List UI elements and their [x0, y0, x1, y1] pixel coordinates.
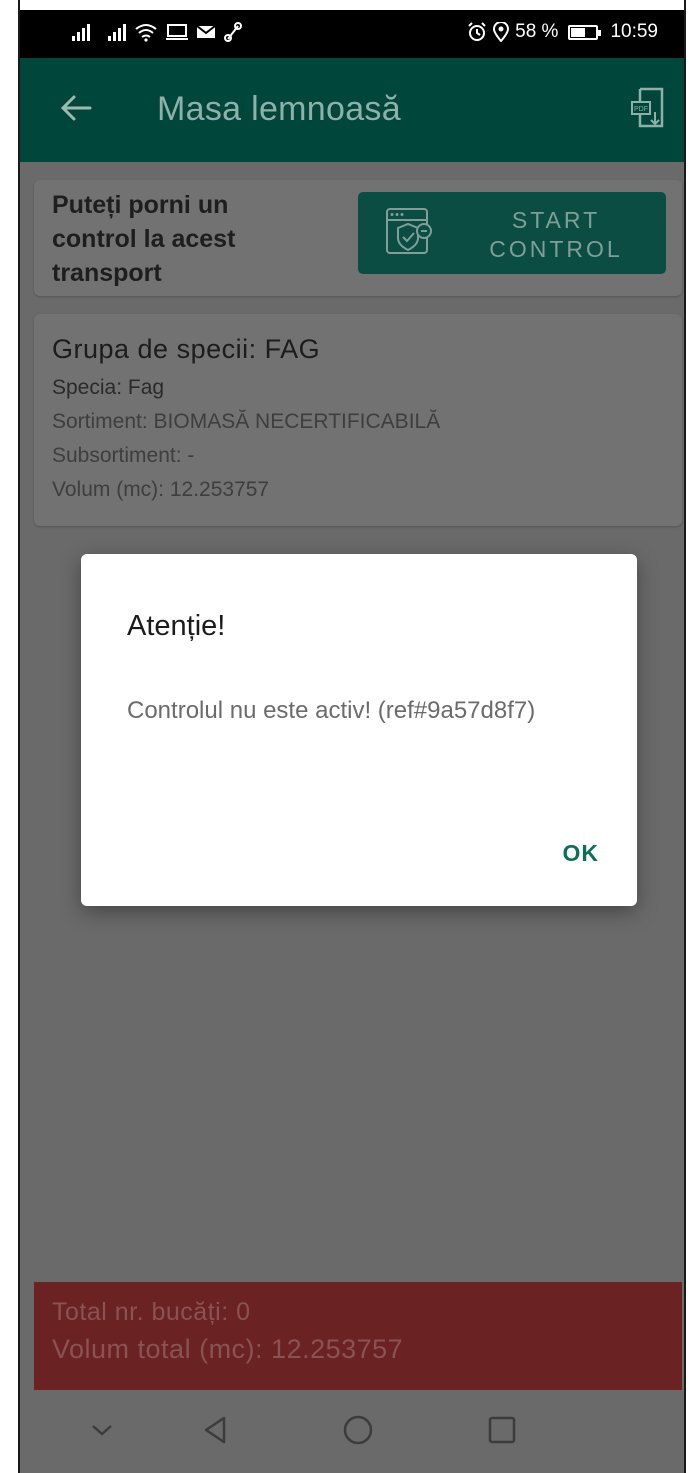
back-arrow-icon[interactable] [56, 88, 96, 128]
species-name: Specia: Fag [52, 376, 165, 399]
shield-check-icon [386, 208, 432, 254]
home-circle-icon[interactable] [338, 1410, 378, 1450]
page-title: Masa lemnoasă [157, 90, 401, 128]
app-bar: Masa lemnoasă PDF [20, 58, 684, 162]
svg-text:PDF: PDF [634, 106, 648, 113]
battery-percent: 58 % [515, 21, 559, 42]
battery-fill [571, 27, 586, 37]
species-group: Grupa de specii: FAG [52, 334, 321, 364]
status-bar: 58 % 10:59 [20, 10, 684, 58]
screen-icon [166, 24, 188, 40]
total-pieces: Total nr. bucăți: 0 [52, 1298, 251, 1326]
status-right-icons: 58 % 10:59 [467, 22, 658, 42]
location-icon [493, 22, 510, 42]
totals-bar: Total nr. bucăți: 0 Volum total (mc): 12… [34, 1282, 682, 1390]
battery-icon [568, 24, 602, 40]
mail-icon [196, 25, 216, 38]
dialog-title: Atenție! [127, 610, 226, 642]
alarm-icon [468, 22, 486, 41]
start-control-button[interactable]: START CONTROL [358, 192, 666, 274]
species-volume: Volum (mc): 12.253757 [52, 478, 270, 501]
back-triangle-icon[interactable] [196, 1410, 236, 1450]
dialog-message: Controlul nu este activ! (ref#9a57d8f7) [127, 697, 536, 724]
species-subassortment: Subsortiment: - [52, 444, 195, 467]
dialog-ok-button[interactable]: OK [563, 840, 600, 867]
frame-border-right [684, 0, 686, 1473]
control-card: Puteți porni un control la acest transpo… [34, 180, 682, 296]
control-message: Puteți porni un control la acest transpo… [52, 191, 236, 287]
species-assortment: Sortiment: BIOMASĂ NECERTIFICABILĂ [52, 410, 441, 433]
start-control-label: START CONTROL [489, 207, 623, 262]
signal-icon [108, 23, 126, 41]
species-card[interactable]: Grupa de specii: FAG Specia: Fag Sortime… [34, 314, 682, 526]
signal-icon [72, 23, 90, 41]
collapse-icon[interactable] [82, 1410, 122, 1450]
phone-screen: 58 % 10:59 Masa lemnoasă PDF Puteți porn… [20, 10, 684, 1473]
total-volume: Volum total (mc): 12.253757 [52, 1334, 404, 1364]
pdf-download-icon[interactable]: PDF [628, 86, 668, 132]
status-time: 10:59 [610, 21, 658, 42]
wifi-icon [135, 24, 157, 42]
alert-dialog: Atenție! Controlul nu este activ! (ref#9… [81, 554, 637, 906]
recents-square-icon[interactable] [482, 1410, 522, 1450]
system-nav-bar [20, 1390, 684, 1473]
link-icon [224, 22, 242, 42]
status-left-icons [72, 22, 242, 42]
device-frame: 58 % 10:59 Masa lemnoasă PDF Puteți porn… [0, 0, 691, 1473]
